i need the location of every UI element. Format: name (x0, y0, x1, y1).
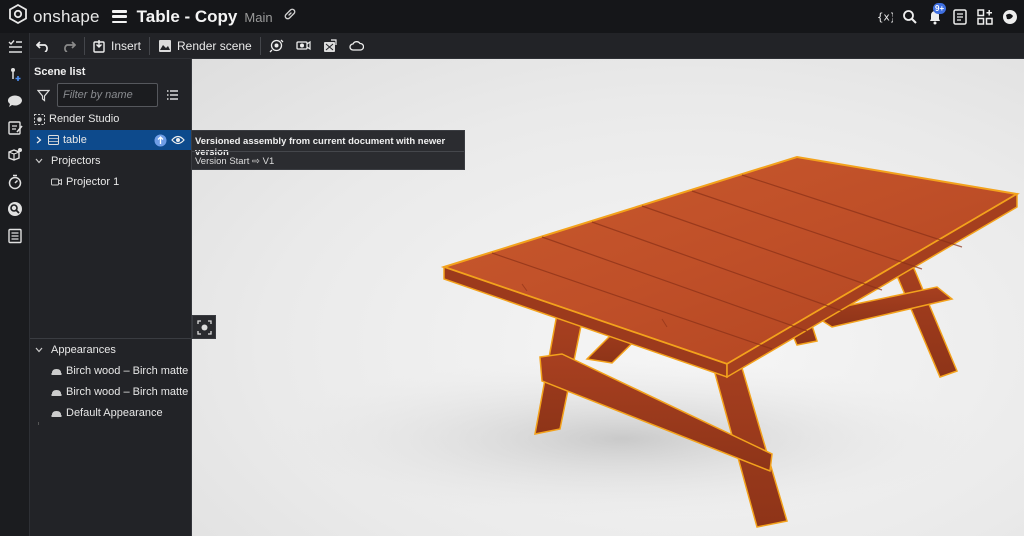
insert-button[interactable]: Insert (87, 35, 147, 57)
render-scene-label: Render scene (177, 38, 252, 53)
onshape-logo[interactable]: onshape (9, 3, 100, 29)
parts-icon[interactable] (0, 141, 30, 168)
insert-part-icon[interactable] (0, 60, 30, 87)
render-studio-icon[interactable] (0, 195, 30, 222)
tooltip-title: Versioned assembly from current document… (195, 136, 446, 158)
tree-item-label: table (63, 134, 87, 146)
tree-item-render-studio[interactable]: Render Studio (30, 109, 191, 129)
projector-icon (51, 177, 62, 187)
tree-guide-line (38, 422, 39, 425)
assembly-icon (48, 135, 59, 145)
toolbar-divider (149, 36, 151, 55)
main-toolbar: Insert Render scene (30, 33, 1024, 59)
appearance-swatch-icon (51, 388, 62, 397)
appearance-swatch-icon (51, 409, 62, 418)
tree-item-label: Render Studio (49, 113, 120, 125)
variable-icon[interactable]: {x} (877, 9, 893, 25)
brand-name: onshape (33, 6, 100, 26)
projector-tool-icon[interactable] (290, 35, 317, 57)
chevron-down-icon[interactable] (34, 347, 44, 353)
comments-icon[interactable] (0, 87, 30, 114)
link-icon[interactable] (283, 7, 297, 26)
onshape-logo-icon (9, 3, 27, 29)
user-avatar-icon[interactable] (1002, 9, 1018, 25)
tree-item-projectors[interactable]: Projectors (30, 151, 191, 171)
undo-icon[interactable] (30, 35, 56, 57)
notifications-bell-icon[interactable]: 9+ (927, 2, 947, 25)
appearance-label: Default Appearance (66, 407, 163, 419)
toolbar-divider (259, 36, 261, 55)
appearance-tool-icon[interactable] (317, 35, 343, 57)
branch-label[interactable]: Main (244, 10, 272, 25)
cloud-render-icon[interactable] (343, 35, 370, 57)
chevron-right-icon[interactable] (34, 136, 44, 144)
version-tooltip: Versioned assembly from current document… (191, 130, 465, 170)
filter-by-name-input[interactable] (57, 83, 158, 107)
render-studio-float-button[interactable] (192, 315, 216, 339)
svg-text:{x}: {x} (877, 10, 893, 23)
insert-label: Insert (111, 38, 142, 53)
tree-item-label: Projector 1 (66, 176, 120, 188)
feature-list-icon[interactable] (0, 33, 30, 60)
toolbar-divider (84, 36, 85, 55)
appearance-item[interactable]: Birch wood – Birch matte (30, 382, 191, 402)
panel-divider[interactable] (30, 338, 191, 339)
insert-icon (93, 39, 106, 53)
render-scene-icon (158, 39, 172, 53)
appearance-swatch-icon (51, 367, 62, 376)
scene-list-title: Scene list (34, 66, 86, 78)
tree-item-projector-1[interactable]: Projector 1 (30, 172, 191, 192)
chevron-down-icon[interactable] (34, 158, 44, 164)
hamburger-menu-icon[interactable] (111, 10, 127, 23)
environment-icon[interactable] (263, 35, 290, 57)
render-frame-icon (196, 319, 212, 335)
render-studio-root-icon (34, 113, 45, 125)
scene-list-panel: Scene list Render Studio table Projector… (30, 59, 192, 536)
tooltip-version-text: Version Start ⇨ V1 (195, 156, 275, 167)
tree-item-table[interactable]: table (30, 130, 191, 150)
tree-item-label: Projectors (51, 155, 101, 167)
appearance-label: Birch wood – Birch matte (66, 365, 189, 377)
app-store-icon[interactable] (977, 8, 993, 25)
properties-list-icon[interactable] (0, 222, 30, 249)
notification-badge: 9+ (933, 2, 947, 14)
appearance-item[interactable]: Birch wood – Birch matte (30, 361, 191, 381)
visibility-eye-icon[interactable] (171, 135, 185, 145)
tree-item-appearances[interactable]: Appearances (30, 340, 191, 360)
filter-row (37, 82, 187, 108)
timer-icon[interactable] (0, 168, 30, 195)
newer-version-indicator-icon[interactable] (154, 134, 167, 147)
tree-item-label: Appearances (51, 344, 116, 356)
top-bar: onshape Table - Copy Main {x} 9+ (0, 0, 1024, 33)
left-tool-rail (0, 33, 30, 536)
document-info-icon[interactable] (952, 8, 968, 25)
render-scene-button[interactable]: Render scene (152, 35, 258, 57)
document-title[interactable]: Table - Copy (137, 7, 238, 27)
filter-funnel-icon[interactable] (37, 89, 50, 102)
redo-icon[interactable] (56, 35, 82, 57)
search-icon[interactable] (902, 9, 918, 25)
tooltip-separator (192, 151, 464, 152)
notes-icon[interactable] (0, 114, 30, 141)
appearance-item[interactable]: Default Appearance (30, 403, 191, 423)
list-view-icon[interactable] (166, 89, 179, 101)
appearance-label: Birch wood – Birch matte (66, 386, 189, 398)
